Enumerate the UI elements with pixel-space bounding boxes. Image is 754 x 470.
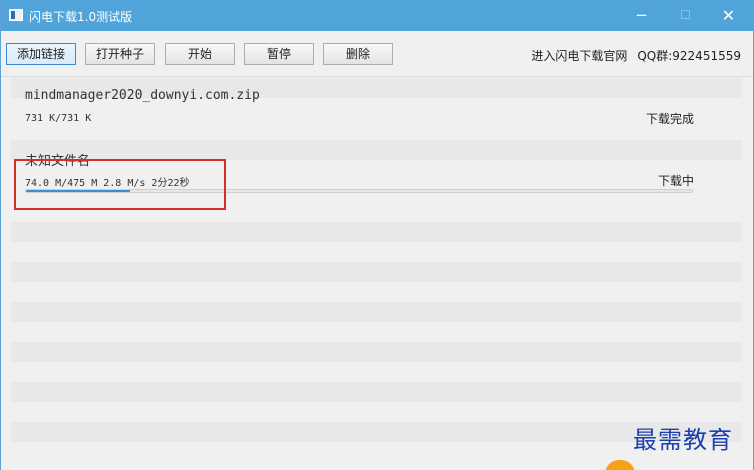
list-stripe [11, 382, 742, 402]
qq-group-link[interactable]: QQ群:922451559 [637, 49, 741, 63]
add-link-button[interactable]: 添加链接 [6, 43, 76, 65]
download-status: 下载完成 [645, 112, 694, 126]
close-icon[interactable]: ✕ [706, 0, 751, 31]
start-button[interactable]: 开始 [165, 43, 235, 65]
download-item[interactable]: mindmanager2020_downyi.com.zip 731 K/731… [11, 78, 742, 140]
toolbar: 添加链接 打开种子 开始 暂停 删除 进入闪电下载官网 QQ群:922451559 [1, 31, 753, 77]
download-filename: mindmanager2020_downyi.com.zip [25, 88, 260, 103]
list-stripe [11, 302, 742, 322]
delete-button[interactable]: 删除 [323, 43, 393, 65]
list-stripe [11, 222, 742, 242]
open-torrent-button[interactable]: 打开种子 [85, 43, 155, 65]
official-site-link[interactable]: 进入闪电下载官网 [531, 49, 627, 63]
window-title: 闪电下载1.0测试版 [29, 10, 133, 24]
minimize-icon[interactable]: − [619, 0, 664, 31]
highlight-box [14, 159, 226, 210]
watermark: 最需教育 [633, 426, 733, 454]
download-status: 下载中 [657, 174, 694, 188]
app-icon [9, 9, 23, 21]
list-stripe [11, 342, 742, 362]
maximize-icon[interactable]: ☐ [663, 0, 708, 31]
title-bar[interactable]: 闪电下载1.0测试版 − ☐ ✕ [1, 0, 753, 31]
toolbar-links: 进入闪电下载官网 QQ群:922451559 [521, 47, 741, 64]
pause-button[interactable]: 暂停 [244, 43, 314, 65]
download-size: 731 K/731 K [25, 113, 92, 124]
app-window: 闪电下载1.0测试版 − ☐ ✕ 添加链接 打开种子 开始 暂停 删除 进入闪电… [0, 0, 754, 470]
list-stripe [11, 262, 742, 282]
download-list[interactable]: mindmanager2020_downyi.com.zip 731 K/731… [11, 78, 742, 470]
